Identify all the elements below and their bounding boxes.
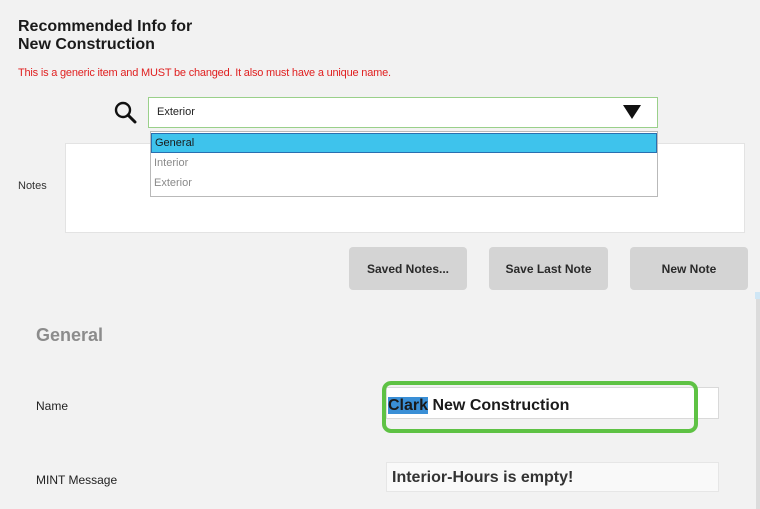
name-selected-text: Clark [388, 397, 429, 414]
panel-edge-marker [755, 292, 760, 299]
dropdown-option-general[interactable]: General [151, 133, 657, 153]
mint-message-value: Interior-Hours is empty! [392, 469, 574, 486]
category-select[interactable]: Exterior [148, 97, 658, 128]
name-label: Name [36, 399, 69, 413]
dropdown-arrow-icon[interactable] [621, 103, 643, 121]
notes-label: Notes [18, 180, 47, 192]
page-title: Recommended Info for New Construction [18, 18, 193, 53]
panel-edge [756, 299, 760, 509]
category-dropdown-list: General Interior Exterior [150, 131, 658, 197]
dropdown-option-interior[interactable]: Interior [151, 154, 657, 174]
section-title-general: General [36, 325, 104, 345]
name-rest-text: New Construction [428, 397, 570, 414]
save-last-note-button[interactable]: Save Last Note [489, 247, 608, 290]
saved-notes-button[interactable]: Saved Notes... [349, 247, 467, 290]
name-input-value: Clark New Construction [388, 397, 569, 415]
new-note-button[interactable]: New Note [630, 247, 748, 290]
mint-message-label: MINT Message [36, 473, 118, 487]
category-select-value: Exterior [157, 106, 195, 118]
warning-message: This is a generic item and MUST be chang… [18, 67, 391, 79]
search-icon[interactable] [112, 100, 142, 126]
dropdown-option-exterior[interactable]: Exterior [151, 174, 657, 194]
